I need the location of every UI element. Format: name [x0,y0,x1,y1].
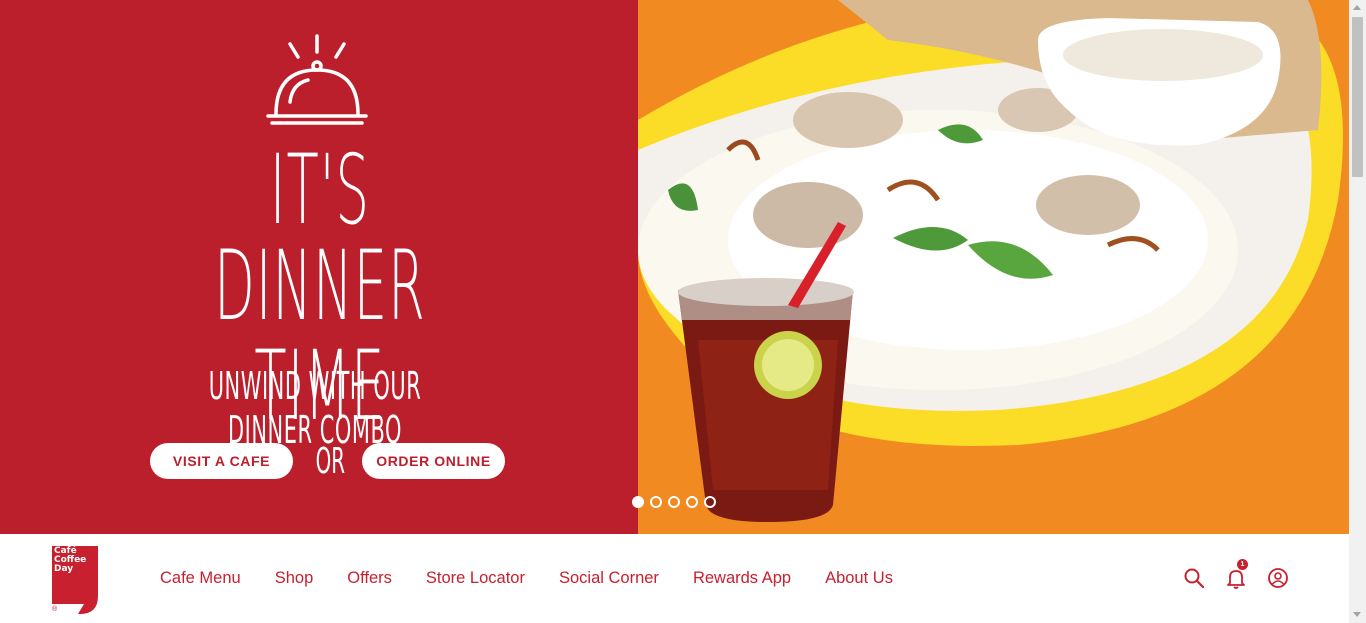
nav-actions: 1 [1183,559,1289,589]
user-icon [1268,568,1288,588]
nav-item-social-corner[interactable]: Social Corner [559,569,659,588]
carousel-dots [632,496,716,508]
scrollbar-thumb[interactable] [1352,17,1363,177]
nav-item-cafe-menu[interactable]: Cafe Menu [160,569,241,588]
scroll-down-arrow[interactable] [1353,612,1361,617]
nav-item-rewards-app[interactable]: Rewards App [693,569,791,588]
hero-text-panel: IT'S DINNER TIME UNWIND WITH OUR DINNER … [0,0,638,534]
cafe-coffee-day-logo[interactable]: Café Coffee Day ® [50,544,102,616]
carousel-dot-2[interactable] [650,496,662,508]
logo-wordmark: Café Coffee Day [54,547,98,574]
notifications-button[interactable]: 1 [1225,559,1248,589]
hero-banner: IT'S DINNER TIME UNWIND WITH OUR DINNER … [0,0,1349,534]
scroll-up-arrow[interactable] [1353,5,1361,10]
search-button[interactable] [1183,567,1205,589]
nav-item-offers[interactable]: Offers [347,569,392,588]
carousel-dot-3[interactable] [668,496,680,508]
nav-item-store-locator[interactable]: Store Locator [426,569,525,588]
hero-subline: UNWIND WITH OUR DINNER COMBO [208,364,422,452]
page-scrollbar[interactable] [1349,0,1366,623]
dinner-combo-illustration [638,0,1343,522]
carousel-dot-4[interactable] [686,496,698,508]
notification-count-badge: 1 [1237,559,1248,570]
carousel-dot-1[interactable] [632,496,644,508]
carousel-dot-5[interactable] [704,496,716,508]
main-navigation: Café Coffee Day ® Cafe Menu Shop Offers … [0,534,1349,623]
registered-mark: ® [52,606,58,613]
account-button[interactable] [1267,567,1289,589]
hero-headline-line1: IT'S [269,134,371,246]
nav-menu: Cafe Menu Shop Offers Store Locator Soci… [160,534,927,623]
nav-item-about-us[interactable]: About Us [825,569,893,588]
bell-icon [1227,570,1245,589]
cloche-icon [266,34,368,125]
hero-food-image [638,0,1349,534]
search-icon [1184,568,1205,589]
order-online-button[interactable]: ORDER ONLINE [362,443,505,479]
visit-a-cafe-button[interactable]: VISIT A CAFE [150,443,293,479]
or-separator: OR [315,441,345,482]
nav-item-shop[interactable]: Shop [275,569,314,588]
logo-word-day: Day [54,564,74,574]
